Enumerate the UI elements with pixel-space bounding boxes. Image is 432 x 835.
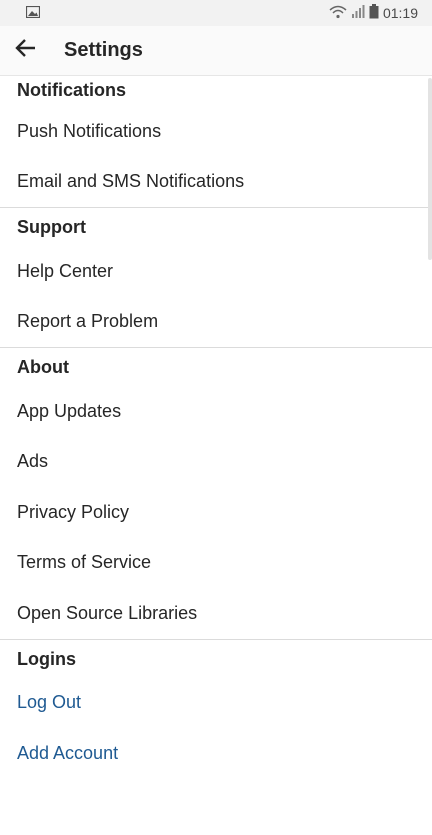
wifi-icon: [329, 5, 347, 22]
section-header: Notifications: [17, 79, 127, 100]
section-logins: Logins Log Out Add Account: [0, 640, 432, 779]
log-out-link[interactable]: Log Out: [0, 678, 432, 729]
add-account-link[interactable]: Add Account: [0, 728, 432, 779]
app-bar: Settings: [0, 26, 432, 76]
back-arrow-icon: [14, 38, 36, 63]
app-updates-item[interactable]: App Updates: [0, 386, 432, 437]
signal-icon: [351, 4, 365, 22]
section-about: About App Updates Ads Privacy Policy Ter…: [0, 348, 432, 640]
back-button[interactable]: [1, 27, 49, 75]
gallery-icon: [25, 5, 41, 21]
section-notifications: Notifications Push Notifications Email a…: [0, 76, 432, 208]
open-source-libraries-item[interactable]: Open Source Libraries: [0, 588, 432, 639]
section-header: Logins: [17, 648, 76, 669]
report-problem-item[interactable]: Report a Problem: [0, 297, 432, 348]
help-center-item[interactable]: Help Center: [0, 246, 432, 297]
battery-icon: [369, 4, 379, 22]
section-support: Support Help Center Report a Problem: [0, 208, 432, 348]
clock: 01:19: [382, 5, 418, 21]
privacy-policy-item[interactable]: Privacy Policy: [0, 487, 432, 538]
ads-item[interactable]: Ads: [0, 437, 432, 488]
push-notifications-item[interactable]: Push Notifications: [0, 106, 432, 157]
section-header: Support: [17, 217, 86, 237]
terms-of-service-item[interactable]: Terms of Service: [0, 538, 432, 589]
scrollbar-thumb[interactable]: [428, 78, 432, 260]
page-title: Settings: [64, 39, 143, 61]
status-indicators: 01:19: [329, 4, 418, 22]
section-header: About: [17, 357, 69, 377]
status-bar: 01:19: [0, 0, 432, 26]
settings-list[interactable]: Notifications Push Notifications Email a…: [0, 76, 432, 835]
email-sms-notifications-item[interactable]: Email and SMS Notifications: [0, 157, 432, 208]
